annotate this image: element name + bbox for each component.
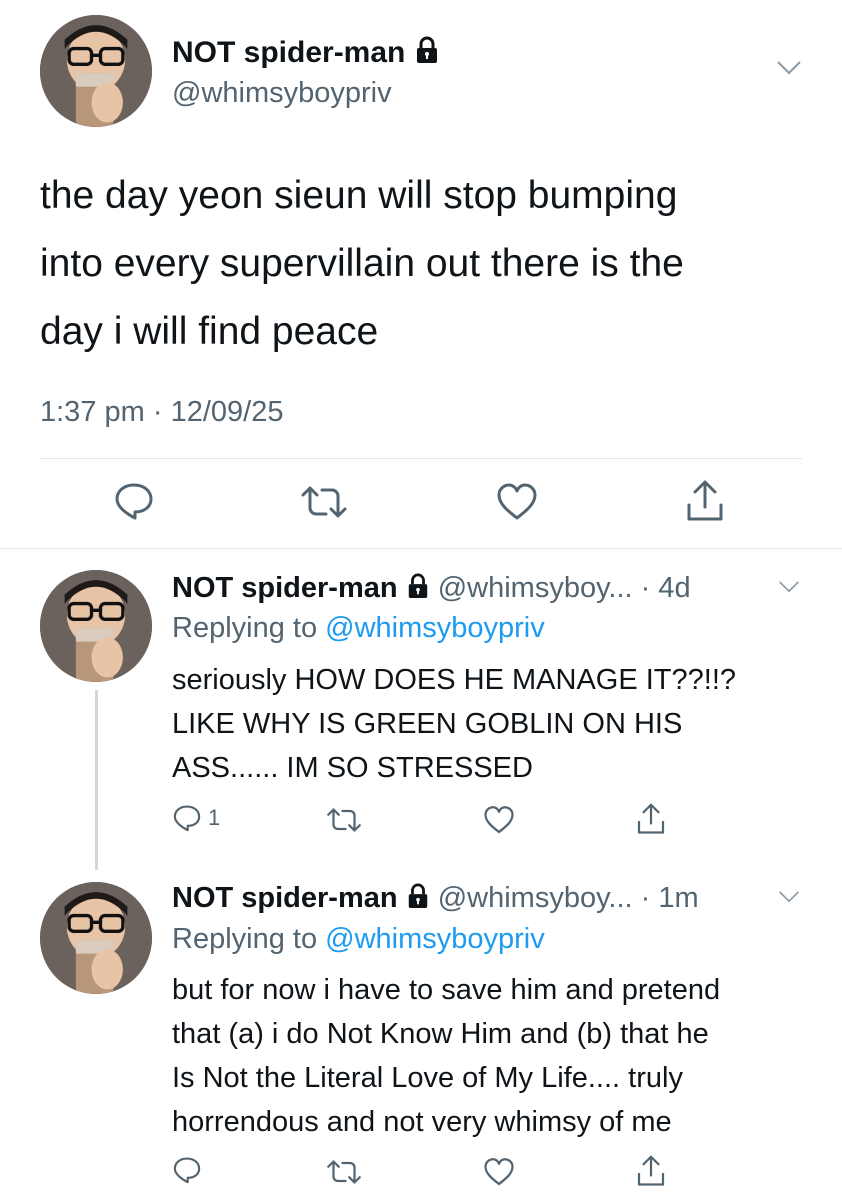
divider	[40, 458, 802, 459]
chevron-down-icon[interactable]	[776, 60, 802, 76]
divider	[0, 548, 842, 549]
chevron-down-icon[interactable]	[778, 890, 800, 904]
lock-icon	[406, 882, 430, 918]
handle[interactable]: @whimsyboypriv	[172, 75, 392, 111]
retweet-icon[interactable]	[326, 1158, 362, 1186]
reply-header: NOT spider-man @whimsyboy... · 4d	[172, 570, 691, 608]
chevron-down-icon[interactable]	[778, 580, 800, 594]
reply-text: but for now i have to save him and prete…	[172, 974, 721, 1138]
like-icon[interactable]	[496, 482, 538, 522]
display-name[interactable]: NOT spider-man	[172, 572, 398, 604]
reply-count: 1	[208, 805, 221, 830]
replying-to: Replying to @whimsyboypriv	[172, 610, 545, 646]
reply-icon[interactable]	[113, 480, 155, 522]
avatar[interactable]	[40, 570, 152, 682]
tweet-text: the day yeon sieun will stop bumping int…	[40, 174, 684, 353]
reply-text: seriously HOW DOES HE MANAGE IT??!!? LIK…	[172, 664, 737, 784]
handle[interactable]: @whimsyboy...	[438, 882, 633, 914]
retweet-icon[interactable]	[300, 484, 348, 520]
display-name-text: NOT spider-man	[172, 36, 406, 69]
display-name[interactable]: NOT spider-man	[172, 882, 398, 914]
share-icon[interactable]	[636, 802, 666, 836]
share-icon[interactable]	[685, 479, 725, 523]
lock-icon	[414, 36, 440, 73]
tweet-time: 1:37 pm	[40, 396, 145, 428]
separator: ·	[152, 396, 163, 428]
reply-age: · 1m	[640, 882, 699, 914]
replying-label: Replying to	[172, 923, 318, 955]
like-icon[interactable]	[483, 805, 515, 835]
tweet-date: 12/09/25	[170, 396, 284, 428]
like-icon[interactable]	[483, 1157, 515, 1187]
avatar[interactable]	[40, 15, 152, 127]
reply-age: · 4d	[640, 572, 691, 604]
retweet-icon[interactable]	[326, 806, 362, 834]
thread-line	[95, 690, 98, 870]
replying-handle-link[interactable]: @whimsyboypriv	[325, 923, 545, 955]
reply-icon[interactable]	[172, 1155, 202, 1185]
lock-icon	[406, 572, 430, 608]
replying-label: Replying to	[172, 612, 318, 644]
replying-handle-link[interactable]: @whimsyboypriv	[325, 612, 545, 644]
timestamp: 1:37 pm · 12/09/25	[40, 394, 283, 430]
replying-to: Replying to @whimsyboypriv	[172, 921, 545, 957]
share-icon[interactable]	[636, 1154, 666, 1188]
display-name[interactable]: NOT spider-man	[172, 35, 440, 73]
reply-header: NOT spider-man @whimsyboy... · 1m	[172, 880, 699, 918]
handle[interactable]: @whimsyboy...	[438, 572, 633, 604]
reply-icon[interactable]: 1	[172, 803, 220, 833]
avatar[interactable]	[40, 882, 152, 994]
